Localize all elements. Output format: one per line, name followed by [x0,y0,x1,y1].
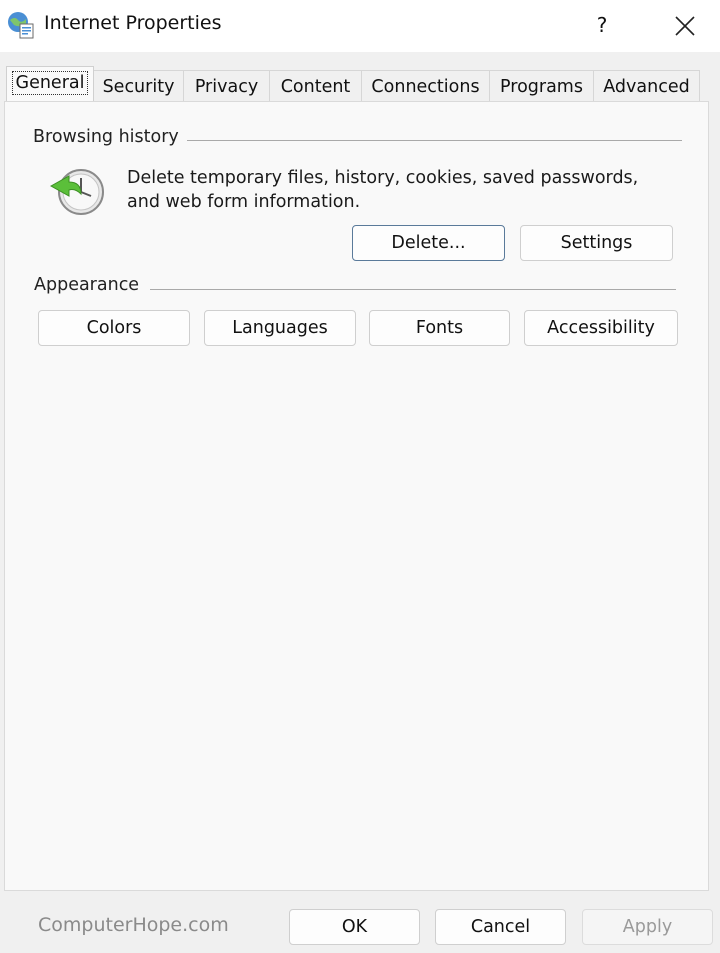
browsing-history-description: Delete temporary files, history, cookies… [127,168,639,212]
ok-button[interactable]: OK [289,909,420,945]
fonts-button[interactable]: Fonts [369,310,510,346]
browsing-history-title: Browsing history [33,127,179,147]
settings-button[interactable]: Settings [520,225,673,261]
tab-connections[interactable]: Connections [362,70,490,102]
tab-security[interactable]: Security [94,70,184,102]
cancel-button[interactable]: Cancel [435,909,566,945]
appearance-title: Appearance [34,275,140,295]
apply-button[interactable]: Apply [582,909,713,945]
internet-globe-icon [8,12,34,39]
group-divider [150,289,676,290]
close-button[interactable] [654,6,714,44]
watermark-text: ComputerHope.com [38,914,229,936]
tab-general[interactable]: General [6,66,94,104]
accessibility-button[interactable]: Accessibility [524,310,678,346]
colors-button[interactable]: Colors [38,310,190,346]
delete-button[interactable]: Delete... [352,225,505,261]
tab-strip: General Security Privacy Content Connect… [0,66,720,104]
title-bar: Internet Properties ? [0,0,720,52]
tab-advanced[interactable]: Advanced [594,70,700,102]
tab-programs[interactable]: Programs [490,70,594,102]
tab-privacy[interactable]: Privacy [184,70,270,102]
group-divider [187,140,682,141]
help-button[interactable]: ? [574,6,630,44]
close-icon [675,16,695,36]
tab-content[interactable]: Content [270,70,362,102]
window-title: Internet Properties [44,12,222,34]
languages-button[interactable]: Languages [204,310,356,346]
history-clock-icon [49,169,104,215]
general-tab-panel: Browsing history Delete temporary files,… [4,101,709,891]
